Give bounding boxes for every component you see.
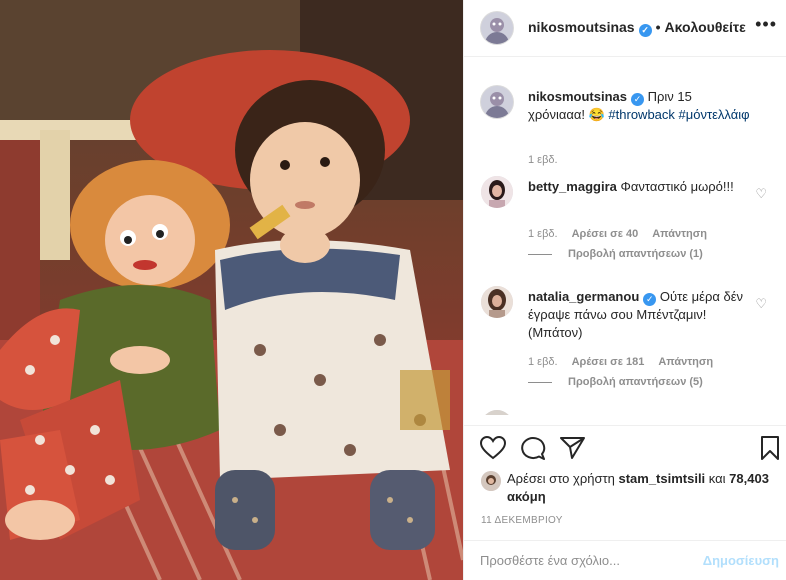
view-replies-label: Προβολή απαντήσεων (1) [568,248,703,260]
liker-username[interactable]: stam_tsimtsili [618,471,705,486]
more-icon[interactable]: ••• [755,14,777,35]
verified-icon: ✓ [630,93,644,106]
caption-avatar[interactable] [481,86,513,118]
post-header: nikosmoutsinas ✓ • Ακολουθείτε ••• [464,0,786,57]
commenter-avatar[interactable] [481,410,513,415]
separator-dot: • [655,19,661,35]
commenter-avatar[interactable] [481,176,513,208]
commenter-avatar[interactable] [481,286,513,318]
comment-meta: 1 εβδ. Αρέσει σε 181 Απάντηση [528,356,727,368]
heart-icon[interactable] [480,436,506,460]
reply-button[interactable]: Απάντηση [658,356,713,368]
likes-connector: και [708,471,726,486]
caption-username[interactable]: nikosmoutsinas [528,89,627,104]
post-photo[interactable] [0,0,463,580]
hashtag-throwback[interactable]: #throwback [608,107,674,122]
action-bar [464,425,786,469]
author-username[interactable]: nikosmoutsinas [528,19,635,35]
share-icon[interactable] [560,436,586,460]
view-replies-label: Προβολή απαντήσεων (5) [568,376,703,388]
verified-icon: ✓ [638,24,652,37]
verified-icon: ✓ [643,293,657,306]
view-replies-button[interactable]: Προβολή απαντήσεων (1) [528,248,703,260]
likes-prefix: Αρέσει στο χρήστη [507,471,615,486]
follow-status-button[interactable]: Ακολουθείτε [665,19,746,35]
comment-meta: 1 εβδ. Αρέσει σε 40 Απάντηση [528,228,721,240]
comment-time[interactable]: 1 εβδ. [528,356,558,368]
comment-input[interactable] [480,553,700,568]
replies-line [528,381,552,383]
caption-meta: 1 εβδ. [528,154,572,166]
view-replies-button[interactable]: Προβολή απαντήσεων (5) [528,376,703,388]
comment-likes[interactable]: Αρέσει σε 181 [572,356,645,368]
like-comment-heart-icon[interactable]: ♡ [755,186,767,202]
photo-illustration [0,0,463,580]
liker-avatar[interactable] [481,471,501,491]
replies-line [528,253,552,255]
post-comment-button[interactable]: Δημοσίευση [703,553,779,568]
bookmark-icon[interactable] [760,436,780,460]
comment-text: Φανταστικό μωρό!!! [620,179,734,194]
likes-summary: Αρέσει στο χρήστη stam_tsimtsili και 78,… [481,470,781,506]
reply-button[interactable]: Απάντηση [652,228,707,240]
author-avatar[interactable] [481,12,513,44]
add-comment-bar: Δημοσίευση [464,540,786,580]
comment-time[interactable]: 1 εβδ. [528,228,558,240]
caption-time[interactable]: 1 εβδ. [528,154,558,166]
comment-username[interactable]: betty_maggira [528,179,617,194]
comment-likes[interactable]: Αρέσει σε 40 [572,228,639,240]
comments-list[interactable]: nikosmoutsinas ✓ Πριν 15 χρόνιααα! 😂 #thr… [464,58,786,415]
hashtag-montellaif[interactable]: #μόντελλάιφ [679,107,750,122]
like-comment-heart-icon[interactable]: ♡ [755,296,767,312]
comment-icon[interactable] [520,436,546,460]
post-sidebar: nikosmoutsinas ✓ • Ακολουθείτε ••• nikosmou… [463,0,786,580]
post-date[interactable]: 11 ΔΕΚΕΜΒΡΙΟΥ [481,515,563,526]
comment-username[interactable]: natalia_germanou [528,289,639,304]
